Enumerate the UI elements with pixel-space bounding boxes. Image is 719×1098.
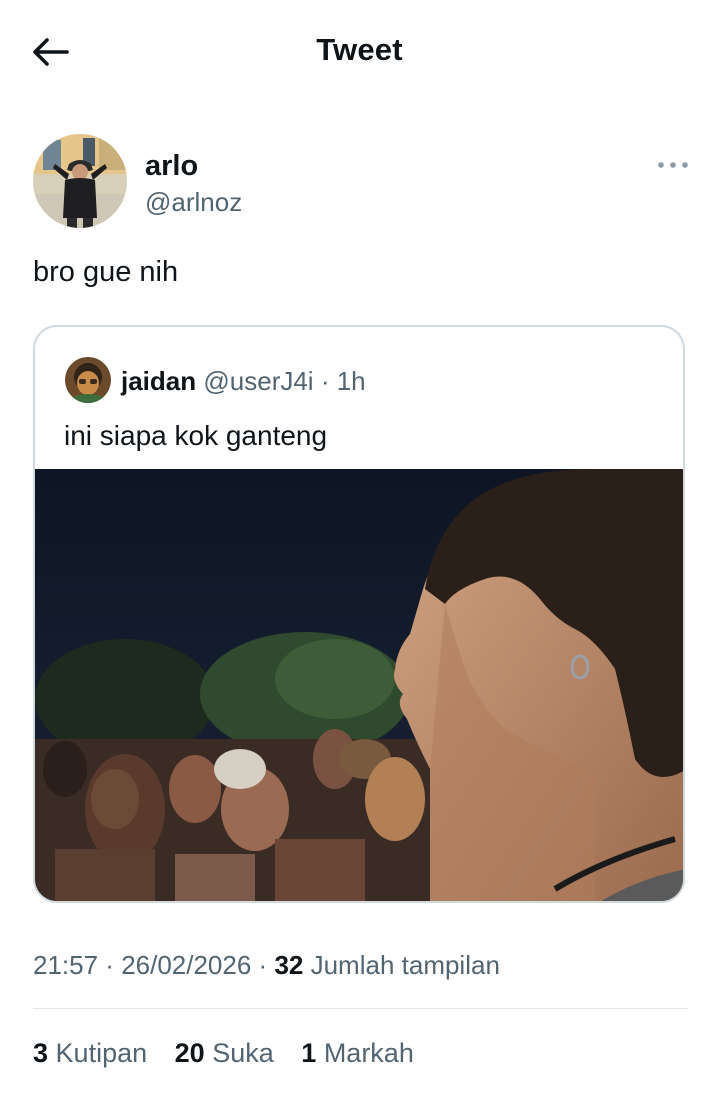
username[interactable]: @arlnoz bbox=[145, 187, 242, 218]
likes-count: 20 bbox=[174, 1038, 205, 1068]
bookmarks-count: 1 bbox=[301, 1038, 317, 1068]
quoted-avatar[interactable] bbox=[65, 357, 111, 403]
display-name[interactable]: arlo bbox=[145, 150, 198, 183]
tweet-text: bro gue nih bbox=[33, 256, 179, 288]
quoted-tweet-photo[interactable] bbox=[35, 469, 683, 901]
page-title: Tweet bbox=[316, 32, 403, 67]
engagement-stats: 3 Kutipan 20 Suka 1 Markah bbox=[33, 1038, 434, 1069]
quotes-label: Kutipan bbox=[55, 1038, 148, 1068]
quoted-tweet-text: ini siapa kok ganteng bbox=[64, 420, 328, 451]
avatar[interactable] bbox=[33, 134, 127, 228]
timestamp-separator: · bbox=[98, 950, 122, 980]
quoted-tweet-meta: jaidan @userJ4i · 1h bbox=[121, 366, 366, 397]
quoted-tweet-card[interactable]: jaidan @userJ4i · 1h ini siapa kok gante… bbox=[33, 325, 685, 903]
views-count: 32 bbox=[274, 950, 304, 980]
tweet-author: arlo @arlnoz bbox=[33, 134, 693, 234]
divider bbox=[33, 1008, 688, 1009]
quoted-separator: · bbox=[313, 366, 337, 396]
tweet-date: 26/02/2026 bbox=[121, 950, 252, 980]
concert-photo bbox=[35, 469, 683, 901]
tweet-timestamp: 21:57 · 26/02/2026 · 32 Jumlah tampilan bbox=[33, 950, 500, 981]
bookmarks-label: Markah bbox=[323, 1038, 414, 1068]
likes-label: Suka bbox=[212, 1038, 274, 1068]
bookmarks-stat[interactable]: 1 Markah bbox=[301, 1038, 414, 1069]
quoted-handle: @userJ4i bbox=[203, 366, 314, 396]
more-button[interactable] bbox=[653, 150, 693, 180]
quoted-time: 1h bbox=[336, 366, 366, 396]
views-label: Jumlah tampilan bbox=[310, 950, 500, 980]
quoted-avatar-photo bbox=[65, 357, 111, 403]
tweet-time: 21:57 bbox=[33, 950, 99, 980]
quotes-stat[interactable]: 3 Kutipan bbox=[33, 1038, 147, 1069]
views-separator: · bbox=[251, 950, 275, 980]
quotes-count: 3 bbox=[33, 1038, 49, 1068]
quoted-display-name: jaidan bbox=[121, 366, 197, 396]
more-horizontal-icon bbox=[658, 162, 688, 168]
avatar-photo bbox=[33, 134, 127, 228]
likes-stat[interactable]: 20 Suka bbox=[175, 1038, 274, 1069]
top-bar: Tweet bbox=[0, 0, 719, 100]
quoted-username: @userJ4i · 1h bbox=[203, 366, 365, 396]
